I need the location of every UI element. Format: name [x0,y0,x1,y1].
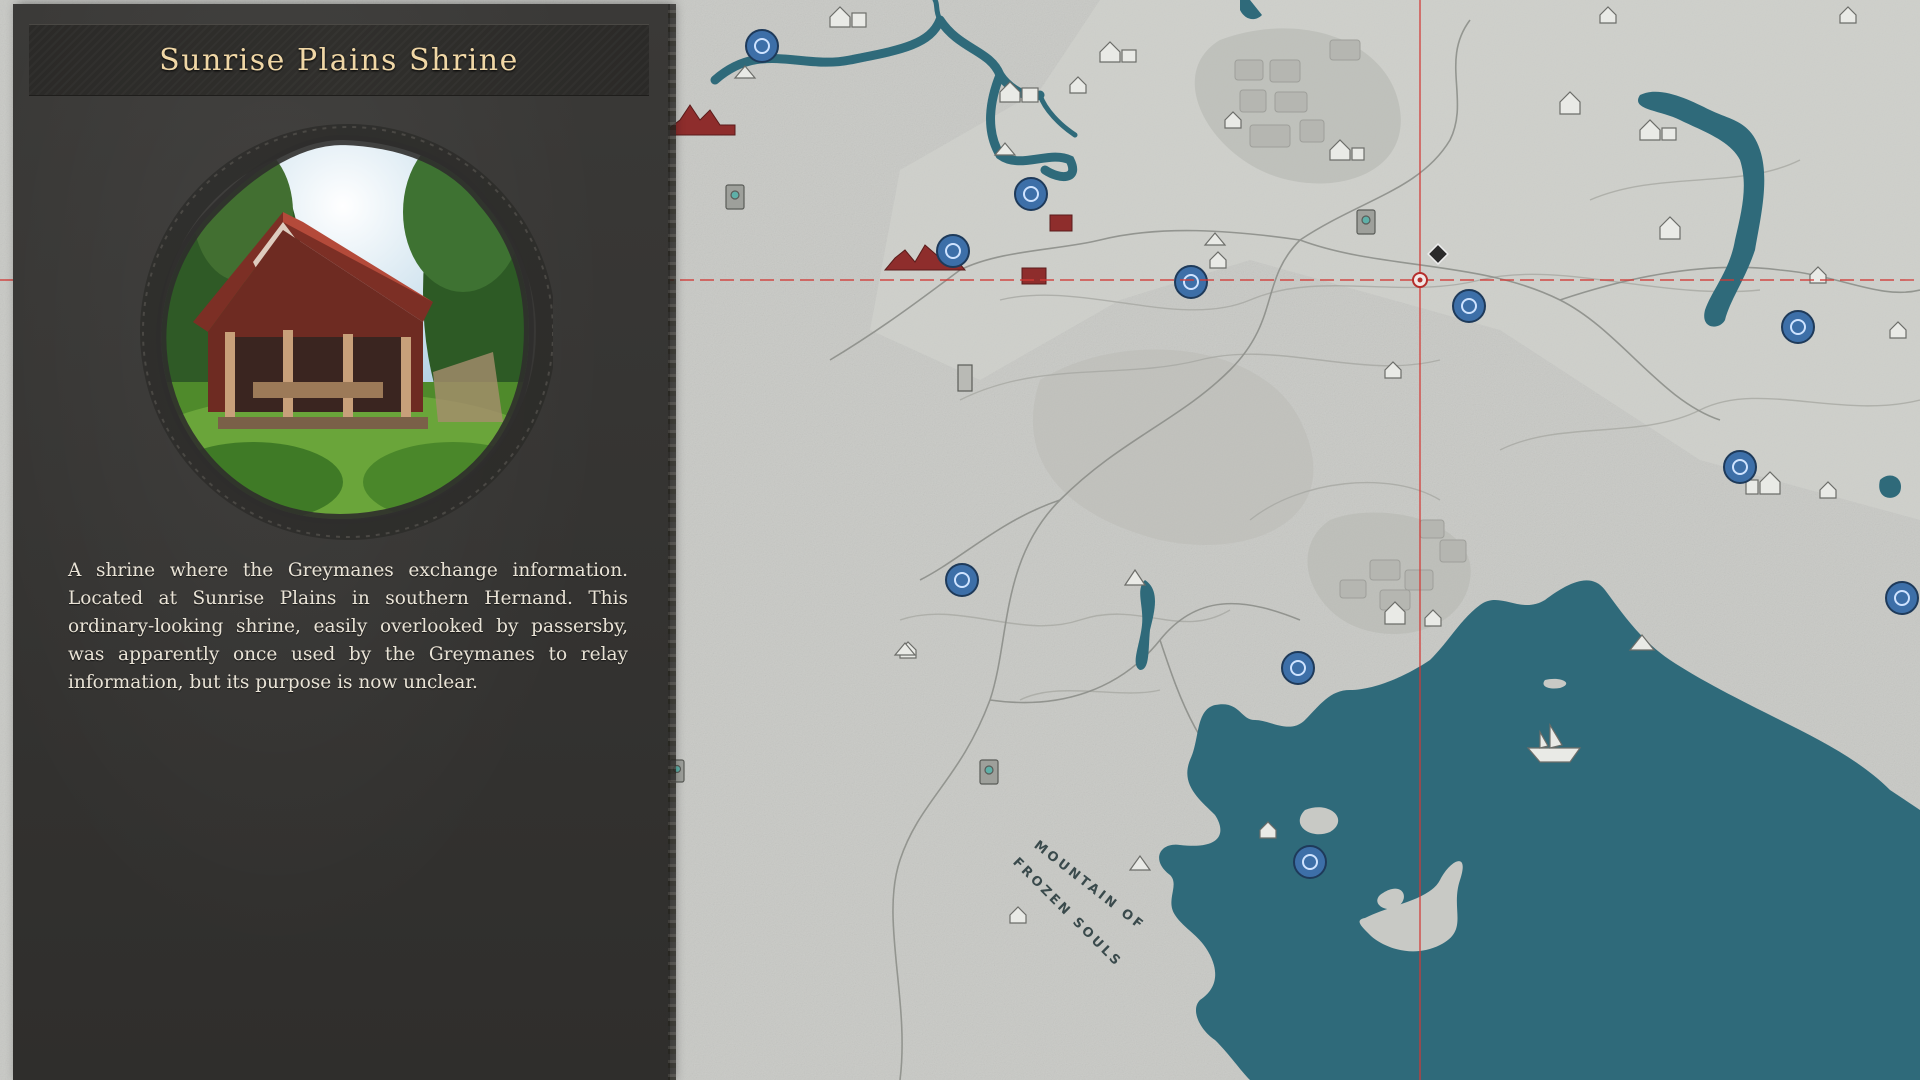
tower-icon [957,364,973,392]
fast-travel-icon[interactable] [1781,310,1815,344]
location-info-panel: Sunrise Plains Shrine A shrine where the… [13,4,676,1080]
fast-travel-icon[interactable] [936,234,970,268]
location-title: Sunrise Plains Shrine [159,42,519,78]
fast-travel-icon[interactable] [1281,651,1315,685]
fast-travel-icon[interactable] [1174,265,1208,299]
fast-travel-icon[interactable] [1014,177,1048,211]
fast-travel-icon[interactable] [745,29,779,63]
fast-travel-icon[interactable] [1293,845,1327,879]
fast-travel-icon[interactable] [1452,289,1486,323]
fast-travel-icon[interactable] [1885,581,1919,615]
fast-travel-icon[interactable] [1723,450,1757,484]
title-bar: Sunrise Plains Shrine [29,24,649,96]
location-preview-image [133,122,553,542]
fast-travel-icon[interactable] [945,563,979,597]
shrine-illustration [140,124,553,540]
location-description: A shrine where the Greymanes exchange in… [68,560,628,693]
